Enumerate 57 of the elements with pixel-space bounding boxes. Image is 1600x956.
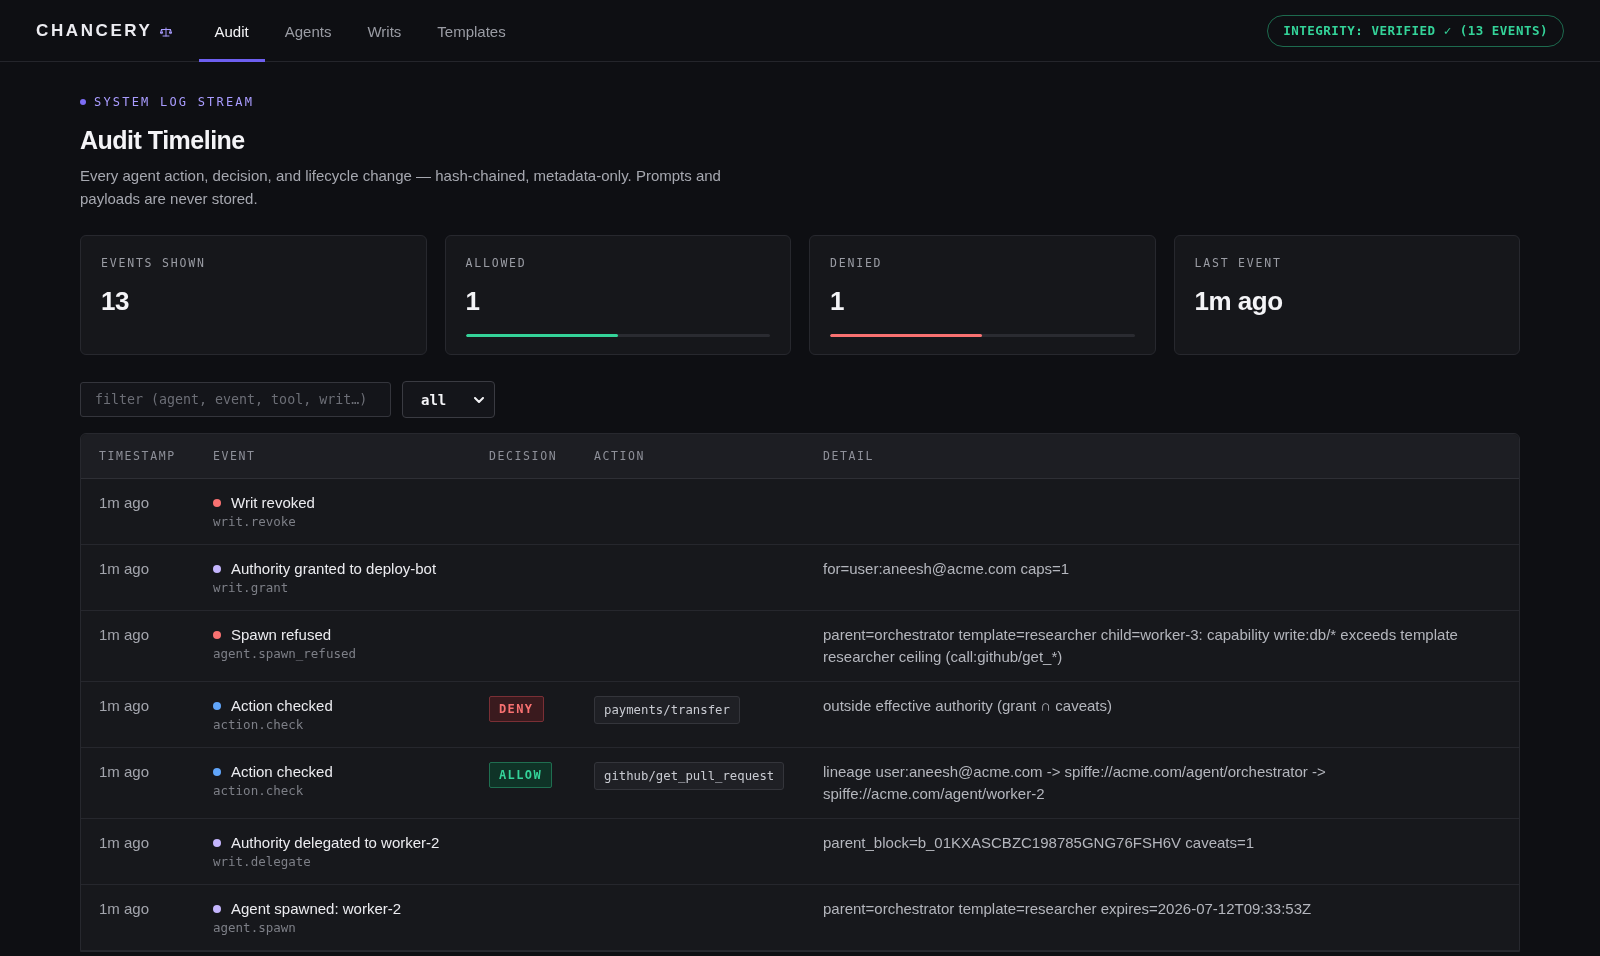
column-header: DECISION xyxy=(489,449,558,463)
decision-badge: ALLOW xyxy=(489,762,553,788)
app-logo: CHANCERY xyxy=(36,20,153,41)
stat-label: LAST EVENT xyxy=(1194,256,1282,270)
stat-value: 1m ago xyxy=(1194,285,1283,317)
column-header: DETAIL xyxy=(823,449,875,463)
timestamp-text: 1m ago xyxy=(99,762,150,782)
timestamp-text: 1m ago xyxy=(99,696,150,716)
stat-label: EVENTS SHOWN xyxy=(101,256,206,270)
event-title: Agent spawned: worker-2 xyxy=(231,899,402,919)
detail-text: lineage user:aneesh@acme.com -> spiffe://acme.com/agent/orchestrator -> spiffe://acme.com/agent/worker-2 xyxy=(823,762,1327,804)
dot-icon xyxy=(80,99,86,105)
page-title: Audit Timeline xyxy=(80,125,246,156)
stat-label: ALLOWED xyxy=(465,256,527,270)
event-type: action.check xyxy=(213,782,304,800)
decision-badge: DENY xyxy=(489,696,544,722)
event-title: Action checked xyxy=(231,696,333,716)
chevron-down-icon xyxy=(474,396,484,403)
nav-tab[interactable]: Audit xyxy=(198,0,265,62)
eyebrow-label: SYSTEM LOG STREAM xyxy=(94,94,255,110)
event-type: action.check xyxy=(213,716,304,734)
timestamp-text: 1m ago xyxy=(99,559,150,579)
stat-label: DENIED xyxy=(830,256,883,270)
scale-icon xyxy=(159,27,172,37)
event-type: agent.spawn xyxy=(213,919,296,937)
event-type: writ.grant xyxy=(213,579,289,597)
column-header: TIMESTAMP xyxy=(99,449,176,463)
event-title: Writ revoked xyxy=(231,493,315,513)
timestamp-text: 1m ago xyxy=(99,899,150,919)
detail-text: outside effective authority (grant ∩ caveats) xyxy=(823,696,1112,716)
detail-text: parent=orchestrator template=researcher child=worker-3: capability write:db/* exceeds template researcher ceiling (call:github/get_*) xyxy=(823,625,1459,667)
timestamp-text: 1m ago xyxy=(99,493,150,513)
event-title: Spawn refused xyxy=(231,625,332,645)
filter-input[interactable]: filter (agent, event, tool, writ…) xyxy=(80,382,391,417)
stat-value: 1 xyxy=(830,285,844,317)
timestamp-text: 1m ago xyxy=(99,625,150,645)
nav-tab[interactable]: Agents xyxy=(268,0,348,62)
stat-value: 1 xyxy=(465,285,480,317)
nav-tab[interactable]: Writs xyxy=(351,0,418,62)
detail-text: for=user:aneesh@acme.com caps=1 xyxy=(823,559,1070,579)
stat-value: 13 xyxy=(101,285,129,317)
column-header: ACTION xyxy=(594,449,646,463)
column-header: EVENT xyxy=(213,449,256,463)
event-type: agent.spawn_refused xyxy=(213,645,356,663)
timestamp-text: 1m ago xyxy=(99,833,150,853)
action-chip: payments/transfer xyxy=(594,696,740,724)
detail-text: parent_block=b_01KXASCBZC198785GNG76FSH6V caveats=1 xyxy=(823,833,1255,853)
nav-tab[interactable]: Templates xyxy=(421,0,522,62)
event-type: writ.delegate xyxy=(213,853,311,871)
event-type: writ.revoke xyxy=(213,513,296,531)
filter-select[interactable]: all xyxy=(402,381,495,418)
event-title: Action checked xyxy=(231,762,333,782)
page-description: Every agent action, decision, and lifecycle change — hash-chained, metadata-only. Prompts and payloads are never stored. xyxy=(80,166,722,209)
action-chip: github/get_pull_request xyxy=(594,762,785,790)
event-title: Authority delegated to worker-2 xyxy=(231,833,440,853)
event-title: Authority granted to deploy-bot xyxy=(231,559,437,579)
detail-text: parent=orchestrator template=researcher expires=2026-07-12T09:33:53Z xyxy=(823,899,1312,919)
